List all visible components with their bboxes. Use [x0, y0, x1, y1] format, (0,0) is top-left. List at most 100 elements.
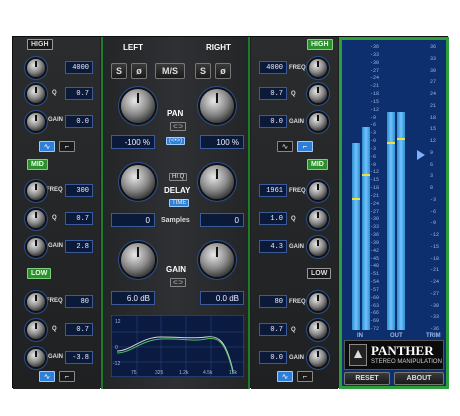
right-delay-value[interactable]: 0 [200, 213, 244, 227]
mid-gain-knob[interactable] [27, 238, 45, 256]
meter-scale-tick: -9 [370, 161, 377, 168]
left-eq-panel: HIGH 4000 Q 0.7 GAIN 0.0 ∿ ⌐ MID FREQ 30… [13, 37, 100, 389]
about-button[interactable]: ABOUT [394, 372, 444, 385]
right-mid-q-knob[interactable] [309, 210, 327, 228]
right-mid-band-toggle[interactable]: MID [307, 159, 328, 170]
mid-freq-value[interactable]: 300 [65, 184, 93, 197]
meter-scale-tick: -3 [370, 145, 377, 152]
high-gain-knob[interactable] [27, 113, 45, 131]
left-phase-button[interactable]: ø [131, 63, 147, 79]
right-high-freq-value[interactable]: 4000 [259, 61, 287, 74]
right-delay-knob[interactable] [200, 165, 234, 199]
input-meter-bar-right [362, 127, 370, 330]
right-gain-value[interactable]: 0.0 dB [200, 291, 244, 305]
ms-button[interactable]: M/S [155, 63, 185, 79]
right-low-band-toggle[interactable]: LOW [307, 268, 332, 279]
meter-scale-tick: -33 [370, 224, 380, 231]
right-solo-button[interactable]: S [195, 63, 211, 79]
high-freq-value[interactable]: 4000 [65, 61, 93, 74]
right-mid-freq-value[interactable]: 1961 [259, 184, 287, 197]
meter-scale-tick: -63 [370, 302, 380, 309]
graph-y-tick: 12 [115, 319, 121, 325]
trim-slider-handle-icon[interactable] [417, 150, 425, 160]
left-delay-knob[interactable] [121, 165, 155, 199]
high-cut-shape-button[interactable]: ⌐ [59, 141, 75, 152]
trim-scale-tick: 9 [430, 149, 434, 156]
low-cut-shape-button[interactable]: ⌐ [59, 371, 75, 382]
right-mid-gain-knob[interactable] [309, 238, 327, 256]
high-gain-value[interactable]: 0.0 [65, 115, 93, 128]
low-freq-knob[interactable] [27, 293, 45, 311]
low-q-value[interactable]: 0.7 [65, 323, 93, 336]
meter-scale-tick: -39 [370, 239, 380, 246]
high-band-toggle[interactable]: HIGH [27, 39, 53, 50]
low-band-toggle[interactable]: LOW [27, 268, 52, 279]
right-mid-freq-label: FREQ [289, 188, 306, 194]
pan-mode-button[interactable]: (<•>) [166, 137, 186, 145]
right-high-gain-value[interactable]: 0.0 [259, 115, 287, 128]
left-delay-value[interactable]: 0 [111, 213, 155, 227]
right-phase-button[interactable]: ø [215, 63, 231, 79]
left-pan-knob[interactable] [121, 89, 155, 123]
gain-link-icon[interactable]: ⊂⊃ [170, 278, 187, 287]
samples-label: Samples [161, 217, 190, 224]
right-low-freq-value[interactable]: 80 [259, 295, 287, 308]
right-mid-gain-value[interactable]: 4.3 [259, 240, 287, 253]
right-pan-value[interactable]: 100 % [200, 135, 244, 149]
trim-scale-tick: 24 [430, 91, 437, 97]
right-high-freq-knob[interactable] [309, 59, 327, 77]
high-shelf-shape-button[interactable]: ∿ [39, 141, 55, 152]
left-pan-value[interactable]: -100 % [111, 135, 155, 149]
right-low-shelf-shape-button[interactable]: ∿ [277, 371, 293, 382]
reset-button[interactable]: RESET [344, 372, 390, 385]
meter-scale-tick: -42 [370, 247, 380, 254]
low-gain-knob[interactable] [27, 349, 45, 367]
right-low-q-knob[interactable] [309, 321, 327, 339]
right-channel-label: RIGHT [206, 43, 231, 52]
left-solo-button[interactable]: S [111, 63, 127, 79]
meter-scale-tick: -36 [370, 232, 380, 238]
low-freq-value[interactable]: 80 [65, 295, 93, 308]
mid-q-knob[interactable] [27, 210, 45, 228]
time-button[interactable]: TIME [169, 199, 190, 207]
mid-gain-value[interactable]: 2.8 [65, 240, 93, 253]
trim-scale-tick: -12 [430, 232, 440, 238]
trim-scale-tick: -9 [430, 220, 437, 227]
right-low-freq-knob[interactable] [309, 293, 327, 311]
right-mid-freq-knob[interactable] [309, 182, 327, 200]
mid-band-toggle[interactable]: MID [27, 159, 48, 170]
high-q-knob[interactable] [27, 85, 45, 103]
mid-gain-label: GAIN [48, 243, 63, 249]
right-high-q-value[interactable]: 0.7 [259, 87, 287, 100]
low-gain-value[interactable]: -3.8 [65, 351, 93, 364]
pan-link-icon[interactable]: ⊂⊃ [170, 122, 187, 131]
low-shelf-shape-button[interactable]: ∿ [39, 371, 55, 382]
right-low-cut-shape-button[interactable]: ⌐ [297, 371, 313, 382]
input-peak-marker [362, 174, 370, 176]
mid-q-value[interactable]: 0.7 [65, 212, 93, 225]
left-gain-value[interactable]: 6.0 dB [111, 291, 155, 305]
high-freq-knob[interactable] [27, 59, 45, 77]
right-low-q-value[interactable]: 0.7 [259, 323, 287, 336]
high-q-value[interactable]: 0.7 [65, 87, 93, 100]
right-pan-knob[interactable] [200, 89, 234, 123]
right-high-shelf-shape-button[interactable]: ∿ [277, 141, 293, 152]
meter-scale-tick: -54 [370, 279, 380, 285]
mid-freq-label: FREQ [46, 187, 63, 193]
low-q-knob[interactable] [27, 321, 45, 339]
hiq-button[interactable]: HI Q [169, 173, 188, 181]
meter-scale-tick: -69 [370, 318, 380, 325]
right-low-gain-knob[interactable] [309, 349, 327, 367]
right-mid-q-value[interactable]: 1.0 [259, 212, 287, 225]
right-gain-knob[interactable] [200, 243, 234, 277]
right-high-cut-shape-button[interactable]: ⌐ [297, 141, 313, 152]
mid-freq-knob[interactable] [27, 182, 45, 200]
right-high-gain-knob[interactable] [309, 113, 327, 131]
right-high-band-toggle[interactable]: HIGH [307, 39, 333, 50]
right-low-gain-value[interactable]: 0.0 [259, 351, 287, 364]
left-gain-knob[interactable] [121, 243, 155, 277]
trim-scale-tick: -3 [430, 196, 437, 203]
meter-scale-tick: -33 [370, 51, 380, 58]
right-high-q-knob[interactable] [309, 85, 327, 103]
meter-out-label: OUT [390, 333, 403, 339]
